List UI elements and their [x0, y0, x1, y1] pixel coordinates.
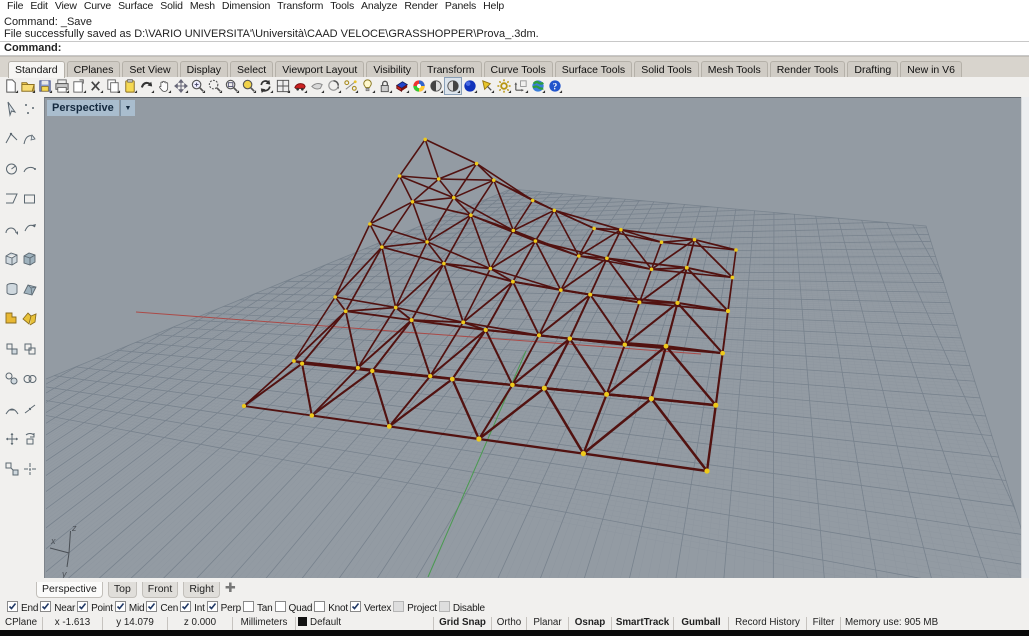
svg-text:x: x [50, 536, 56, 546]
svg-text:z: z [71, 523, 77, 533]
svg-text:?: ? [553, 81, 557, 91]
